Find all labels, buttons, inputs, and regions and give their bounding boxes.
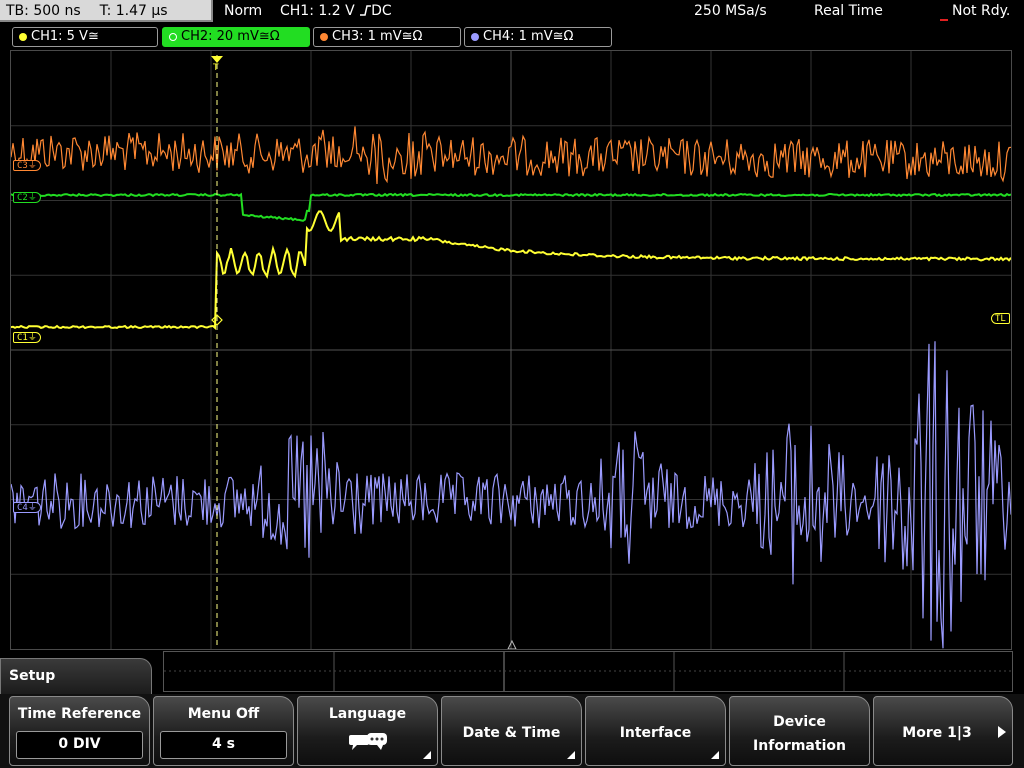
trigger-time-value: T: 1.47 µs [99, 3, 168, 19]
acquisition-mode[interactable]: Real Time [814, 3, 883, 19]
waveform-display[interactable]: C3⏚ C2⏚ C1⏚ C4⏚ TL T [10, 50, 1012, 650]
trigger-position-marker-icon[interactable] [211, 56, 223, 63]
record-overview[interactable] [163, 651, 1013, 692]
more-button[interactable]: More 1|3 [873, 696, 1013, 766]
interface-button[interactable]: Interface [585, 696, 726, 766]
ch1-reference-marker[interactable]: C1⏚ [13, 332, 41, 343]
time-reference-value: 0 DIV [16, 731, 143, 759]
overview-canvas [164, 652, 1012, 691]
status-indicator [940, 19, 948, 21]
next-page-icon [998, 726, 1006, 738]
ch1-color-dot [19, 33, 27, 41]
channel-tabs: CH1: 5 V≅ CH2: 20 mV≅Ω CH3: 1 mV≅Ω CH4: … [0, 26, 1024, 48]
ch3-color-dot [320, 33, 328, 41]
channel-tab-ch3[interactable]: CH3: 1 mV≅Ω [313, 27, 461, 47]
trigger-mode[interactable]: Norm [224, 3, 262, 19]
status-bar: TB: 500 ns T: 1.47 µs Norm CH1: 1.2 V DC… [0, 0, 1024, 24]
menu-title: Setup [0, 658, 152, 696]
ch4-color-dot [471, 33, 479, 41]
submenu-indicator-icon [711, 751, 719, 759]
timebase-value: TB: 500 ns [6, 3, 81, 19]
language-button[interactable]: Language [297, 696, 438, 766]
sample-rate[interactable]: 250 MSa/s [694, 3, 767, 19]
ch2-reference-marker[interactable]: C2⏚ [13, 192, 41, 203]
date-time-button[interactable]: Date & Time [441, 696, 582, 766]
menu-off-value: 4 s [160, 731, 287, 759]
trigger-position-label: T [213, 63, 219, 73]
ch3-reference-marker[interactable]: C3⏚ [13, 160, 41, 171]
ch4-reference-marker[interactable]: C4⏚ [13, 502, 41, 513]
channel-tab-ch1[interactable]: CH1: 5 V≅ [12, 27, 158, 47]
channel-tab-ch4[interactable]: CH4: 1 mV≅Ω [464, 27, 612, 47]
time-reference-button[interactable]: Time Reference 0 DIV [9, 696, 150, 766]
submenu-indicator-icon [567, 751, 575, 759]
menu-off-button[interactable]: Menu Off 4 s [153, 696, 294, 766]
speech-bubble-icon [349, 733, 387, 750]
softkey-menu: Time Reference 0 DIV Menu Off 4 s Langua… [0, 694, 1024, 768]
trigger-level-marker[interactable]: TL [991, 313, 1010, 324]
center-marker-icon [507, 639, 517, 649]
graticule [11, 51, 1011, 649]
waveform-canvas [11, 51, 1011, 649]
timebase-box[interactable]: TB: 500 ns T: 1.47 µs [0, 0, 213, 22]
trigger-source-level[interactable]: CH1: 1.2 V DC [280, 3, 392, 19]
ch2-color-dot [169, 33, 177, 41]
rising-edge-icon [360, 5, 372, 16]
submenu-indicator-icon [423, 751, 431, 759]
device-information-button[interactable]: Device Information [729, 696, 870, 766]
acquisition-state: Not Rdy. [952, 3, 1011, 19]
channel-tab-ch2[interactable]: CH2: 20 mV≅Ω [162, 27, 310, 47]
